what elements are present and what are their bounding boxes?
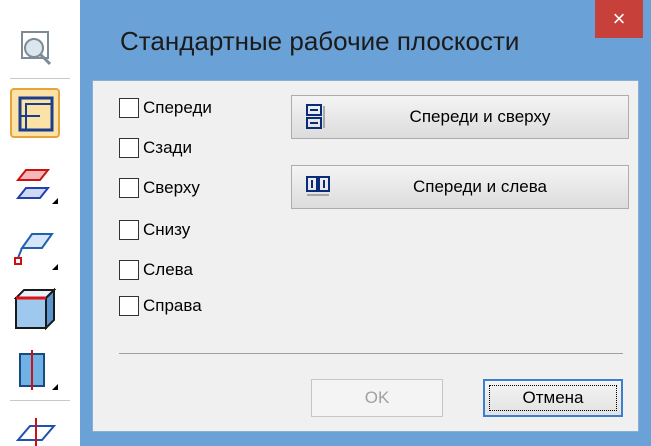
checkbox-label: Слева (143, 260, 193, 279)
checkbox-label: Сверху (143, 178, 200, 197)
checkbox-box[interactable] (119, 260, 139, 280)
ok-label: OK (364, 388, 390, 407)
axis-plane-icon[interactable] (10, 404, 60, 446)
checkbox-bottom[interactable]: Снизу (119, 218, 190, 242)
checkbox-box[interactable] (119, 178, 139, 198)
front-and-top-button[interactable]: Спереди и сверху (291, 95, 629, 139)
checkbox-label: Справа (143, 296, 202, 315)
checkbox-front[interactable]: Спереди (119, 96, 212, 120)
title-bar: Стандартные рабочие плоскости × (80, 0, 651, 80)
checkbox-back[interactable]: Сзади (119, 136, 192, 160)
checkbox-box[interactable] (119, 138, 139, 158)
front-view-icon[interactable] (10, 88, 60, 138)
close-icon: × (612, 6, 626, 31)
cancel-button[interactable]: Отмена (483, 379, 623, 417)
cylinder-section-icon[interactable] (10, 346, 60, 396)
close-button[interactable]: × (595, 0, 643, 38)
checkbox-left[interactable]: Слева (119, 258, 193, 282)
checkbox-label: Сзади (143, 138, 192, 157)
checkbox-label: Снизу (143, 220, 191, 239)
plane-point-icon[interactable] (10, 226, 60, 276)
front-and-left-label: Спереди и слева (413, 177, 547, 196)
checkbox-box[interactable] (119, 220, 139, 240)
separator-line (119, 353, 623, 354)
standard-planes-dialog: Стандартные рабочие плоскости × Спереди … (80, 0, 651, 446)
ok-button[interactable]: OK (311, 379, 443, 417)
checkbox-box[interactable] (119, 296, 139, 316)
side-toolbar (0, 0, 80, 446)
checkbox-label: Спереди (143, 98, 212, 117)
box-icon[interactable] (10, 284, 60, 334)
front-and-top-label: Спереди и сверху (409, 107, 551, 126)
focus-rectangle (489, 385, 617, 411)
dialog-client-area: Спереди Сзади Сверху Снизу Слева Справа (92, 80, 639, 432)
front-and-left-button[interactable]: Спереди и слева (291, 165, 629, 209)
checkbox-right[interactable]: Справа (119, 294, 202, 318)
planes-icon[interactable] (10, 160, 60, 210)
zoom-icon[interactable] (10, 24, 60, 74)
checkbox-box[interactable] (119, 98, 139, 118)
dialog-title: Стандартные рабочие плоскости (120, 26, 520, 56)
checkbox-top[interactable]: Сверху (119, 176, 200, 200)
